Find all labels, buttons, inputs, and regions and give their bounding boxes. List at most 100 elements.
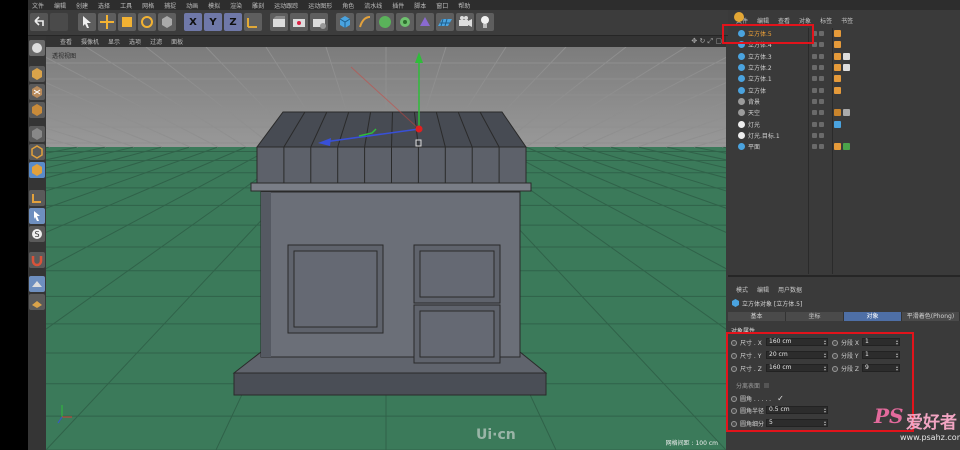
spline-pen-icon[interactable]	[356, 13, 374, 31]
object-tags[interactable]	[834, 30, 841, 38]
tag-icon[interactable]	[843, 109, 850, 117]
menu-item[interactable]: 网格	[142, 1, 154, 10]
tag-icon[interactable]	[834, 30, 841, 38]
menu-item[interactable]: 窗口	[436, 1, 448, 10]
subdivision-surface-icon[interactable]	[376, 13, 394, 31]
object-name[interactable]: 立方体	[748, 86, 766, 95]
tag-icon[interactable]	[834, 143, 841, 151]
scale-icon[interactable]	[118, 13, 136, 31]
floor-object-icon[interactable]	[436, 13, 454, 31]
array-icon[interactable]	[396, 13, 414, 31]
object-tags[interactable]	[834, 143, 850, 151]
visibility-flags[interactable]	[812, 65, 824, 71]
object-name[interactable]: 灯光.目标.1	[748, 131, 780, 140]
viewport-menu-item[interactable]: 选项	[129, 37, 141, 46]
visibility-flags[interactable]	[812, 144, 824, 150]
viewport-nav-icons[interactable]: ✥ ↻ ⤢ ▢	[691, 37, 722, 46]
object-name[interactable]: 灯光	[748, 120, 760, 129]
am-menu-mode[interactable]: 模式	[736, 285, 748, 294]
move-icon[interactable]	[98, 13, 116, 31]
visibility-flags[interactable]	[812, 98, 824, 104]
visibility-flags[interactable]	[812, 121, 824, 127]
menu-item[interactable]: 帮助	[458, 1, 470, 10]
tag-icon[interactable]	[834, 75, 841, 83]
object-row[interactable]: 天空	[728, 107, 960, 118]
viewport-menu-item[interactable]: 显示	[108, 37, 120, 46]
select-live-icon[interactable]	[78, 13, 96, 31]
menu-item[interactable]: 模拟	[208, 1, 220, 10]
tweak-mode-icon[interactable]	[29, 208, 45, 224]
menu-item[interactable]: 工具	[120, 1, 132, 10]
tag-icon[interactable]	[834, 64, 841, 72]
render-settings-icon[interactable]	[310, 13, 328, 31]
menu-item[interactable]: 捕捉	[164, 1, 176, 10]
object-tags[interactable]	[834, 120, 841, 128]
visibility-flags[interactable]	[812, 76, 824, 82]
menu-item[interactable]: 角色	[342, 1, 354, 10]
axis-y-button[interactable]: Y	[204, 13, 222, 31]
menu-item[interactable]: 创建	[76, 1, 88, 10]
viewport-menu-item[interactable]: 摄像机	[81, 37, 99, 46]
menu-item[interactable]: 动画	[186, 1, 198, 10]
object-name[interactable]: 天空	[748, 108, 760, 117]
points-mode-icon[interactable]	[29, 126, 45, 142]
tag-icon[interactable]	[834, 120, 841, 128]
tag-icon[interactable]	[843, 52, 850, 60]
snap-icon[interactable]: S	[29, 226, 45, 242]
recent-tool-icon[interactable]	[158, 13, 176, 31]
perspective-viewport[interactable]: 透视视图 Ui·cn 网格间距 : 100 cm	[46, 47, 726, 450]
viewport-menu-item[interactable]: 过滤	[150, 37, 162, 46]
menu-item[interactable]: 编辑	[54, 1, 66, 10]
model-mode-icon[interactable]	[29, 66, 45, 82]
object-tags[interactable]	[834, 75, 841, 83]
tag-icon[interactable]	[834, 52, 841, 60]
object-tags[interactable]	[834, 109, 850, 117]
redo-icon[interactable]	[50, 13, 68, 31]
object-tags[interactable]	[834, 86, 841, 94]
viewport-menu-item[interactable]: 查看	[60, 37, 72, 46]
object-tags[interactable]	[834, 41, 841, 49]
object-name[interactable]: 立方体.1	[748, 74, 772, 83]
polygons-mode-icon[interactable]	[29, 162, 45, 178]
tag-icon[interactable]	[843, 64, 850, 72]
lock-workplane-icon[interactable]	[29, 276, 45, 292]
menu-item[interactable]: 选择	[98, 1, 110, 10]
object-tags[interactable]	[834, 64, 850, 72]
object-row[interactable]: 灯光	[728, 118, 960, 129]
tag-icon[interactable]	[834, 86, 841, 94]
object-row[interactable]: 立方体	[728, 84, 960, 95]
tag-icon[interactable]	[843, 143, 850, 151]
edges-mode-icon[interactable]	[29, 144, 45, 160]
object-row[interactable]: 立方体.3	[728, 51, 960, 62]
visibility-flags[interactable]	[812, 87, 824, 93]
object-name[interactable]: 立方体.3	[748, 52, 772, 61]
visibility-flags[interactable]	[812, 110, 824, 116]
deformer-icon[interactable]	[416, 13, 434, 31]
tab-phong[interactable]: 平滑着色(Phong)	[902, 312, 960, 321]
light-icon[interactable]	[476, 13, 494, 31]
object-tags[interactable]	[834, 52, 850, 60]
visibility-flags[interactable]	[812, 53, 824, 59]
menu-item[interactable]: 流水线	[364, 1, 382, 10]
cube-primitive-icon[interactable]	[336, 13, 354, 31]
menu-item[interactable]: 运动图形	[308, 1, 332, 10]
tab-basic[interactable]: 基本	[728, 312, 786, 321]
visibility-flags[interactable]	[812, 132, 824, 138]
camera-icon[interactable]	[456, 13, 474, 31]
tab-coordinates[interactable]: 坐标	[786, 312, 844, 321]
menu-item[interactable]: 插件	[392, 1, 404, 10]
menu-item[interactable]: 文件	[32, 1, 44, 10]
object-name[interactable]: 立方体.2	[748, 63, 772, 72]
object-row[interactable]: 立方体.1	[728, 73, 960, 84]
object-row[interactable]: 平面	[728, 141, 960, 152]
object-row[interactable]: 立方体.2	[728, 62, 960, 73]
object-name[interactable]: 背景	[748, 97, 760, 106]
object-name[interactable]: 平面	[748, 142, 760, 151]
workplane-mode-icon[interactable]	[29, 102, 45, 118]
planar-workplane-icon[interactable]	[29, 294, 45, 310]
menu-item[interactable]: 运动跟踪	[274, 1, 298, 10]
viewport-menu-item[interactable]: 面板	[171, 37, 183, 46]
menu-item[interactable]: 渲染	[230, 1, 242, 10]
render-view-icon[interactable]	[270, 13, 288, 31]
menu-item[interactable]: 雕刻	[252, 1, 264, 10]
